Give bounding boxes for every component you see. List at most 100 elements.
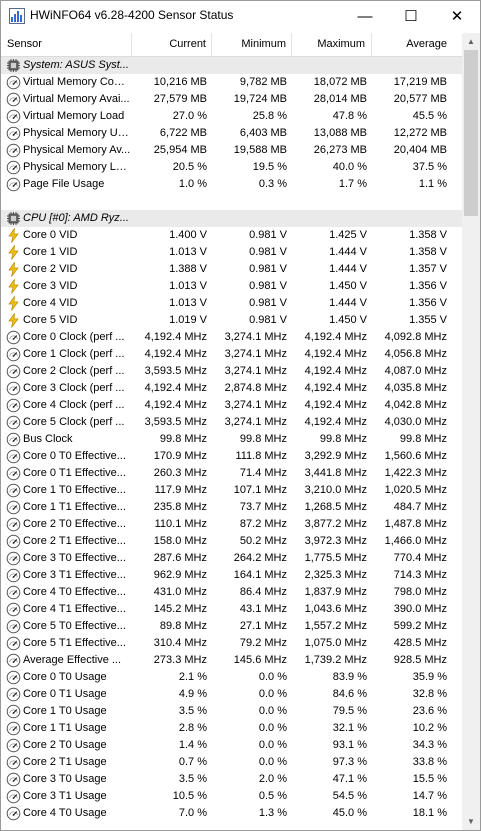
sensor-row[interactable]: Virtual Memory Com... 10,216 MB 9,782 MB 18… — [1, 74, 462, 91]
sensor-row[interactable]: Core 3 Clock (perf ... 4,192.4 MHz 2,874.8… — [1, 380, 462, 397]
sensor-row[interactable]: Bus Clock 99.8 MHz 99.8 MHz 99.8 MHz 99.8 MH… — [1, 431, 462, 448]
gauge-icon — [6, 466, 21, 481]
sensor-row[interactable]: Core 0 T0 Usage 2.1 % 0.0 % 83.9 % 35.9 % — [1, 669, 462, 686]
minimum-value: 111.8 MHz — [235, 450, 287, 462]
current-value: 4,192.4 MHz — [144, 331, 207, 343]
sensor-row[interactable]: Core 3 T1 Effective... 962.9 MHz 164.1 MHz… — [1, 567, 462, 584]
current-value: 4.9 % — [178, 688, 207, 700]
column-header-sensor[interactable]: Sensor — [1, 33, 132, 56]
maximum-value: 4,192.4 MHz — [304, 416, 367, 428]
sensor-row[interactable]: Core 1 T1 Effective... 235.8 MHz 73.7 MHz 1… — [1, 499, 462, 516]
sensor-name: Core 1 T1 Usage — [23, 722, 107, 734]
sensor-row[interactable]: Core 0 T1 Effective... 260.3 MHz 71.4 MHz 3… — [1, 465, 462, 482]
sensor-name: Core 1 VID — [23, 246, 78, 258]
sensor-row[interactable]: Average Effective ... 273.3 MHz 145.6 MHz 1… — [1, 652, 462, 669]
sensor-row[interactable]: Core 5 T0 Effective... 89.8 MHz 27.1 MHz 1,… — [1, 618, 462, 635]
minimum-value: 3,274.1 MHz — [224, 365, 287, 377]
sensor-row[interactable]: Core 4 VID 1.013 V 0.981 V 1.444 V 1.356 V — [1, 295, 462, 312]
column-header-minimum[interactable]: Minimum — [212, 33, 292, 56]
maximum-value: 1,557.2 MHz — [304, 620, 367, 632]
sensor-row[interactable]: Core 2 VID 1.388 V 0.981 V 1.444 V 1.357 V — [1, 261, 462, 278]
maximum-value: 26,273 MB — [313, 144, 367, 156]
sensor-row[interactable]: Core 0 T0 Effective... 170.9 MHz 111.8 MHz… — [1, 448, 462, 465]
sensor-row[interactable]: Core 2 T0 Effective... 110.1 MHz 87.2 MHz 3… — [1, 516, 462, 533]
sensor-row[interactable]: Core 1 VID 1.013 V 0.981 V 1.444 V 1.358 V — [1, 244, 462, 261]
average-value: 1,422.3 MHz — [384, 467, 447, 479]
maximum-value: 40.0 % — [332, 161, 367, 173]
minimum-value: 86.4 MHz — [239, 586, 287, 598]
sensor-row[interactable]: Core 2 T1 Usage 0.7 % 0.0 % 97.3 % 33.8 % — [1, 754, 462, 771]
current-value: 310.4 MHz — [153, 637, 207, 649]
sensor-name: Core 5 Clock (perf ... — [23, 416, 125, 428]
lightning-icon — [8, 313, 19, 328]
maximum-value: 3,972.3 MHz — [304, 535, 367, 547]
sensor-row[interactable]: Core 1 Clock (perf ... 4,192.4 MHz 3,274.1… — [1, 346, 462, 363]
gauge-icon — [6, 585, 21, 600]
title-bar[interactable]: HWiNFO64 v6.28-4200 Sensor Status — ☐ ✕ — [1, 1, 480, 31]
sensor-row[interactable]: Core 2 Clock (perf ... 3,593.5 MHz 3,274.1… — [1, 363, 462, 380]
sensor-row[interactable]: Core 1 T0 Effective... 117.9 MHz 107.1 MHz… — [1, 482, 462, 499]
column-header-current[interactable]: Current — [132, 33, 212, 56]
scroll-down-button[interactable]: ▼ — [462, 813, 480, 830]
average-value: 12,272 MB — [393, 127, 447, 139]
maximum-value: 1.444 V — [329, 297, 367, 309]
gauge-icon — [6, 432, 21, 447]
average-value: 1.356 V — [409, 297, 447, 309]
sensor-row[interactable]: Core 1 T0 Usage 3.5 % 0.0 % 79.5 % 23.6 % — [1, 703, 462, 720]
average-value: 99.8 MHz — [399, 433, 447, 445]
sensor-row[interactable]: Page File Usage 1.0 % 0.3 % 1.7 % 1.1 % — [1, 176, 462, 193]
minimize-button[interactable]: — — [342, 1, 388, 31]
sensor-row[interactable]: Core 4 T1 Effective... 145.2 MHz 43.1 MHz 1… — [1, 601, 462, 618]
average-value: 4,035.8 MHz — [384, 382, 447, 394]
current-value: 1.013 V — [169, 246, 207, 258]
sensor-row[interactable]: Physical Memory Load 20.5 % 19.5 % 40.0 % 37… — [1, 159, 462, 176]
sensor-group-row[interactable]: System: ASUS Syst... — [1, 57, 462, 74]
sensor-row[interactable]: Core 5 T1 Effective... 310.4 MHz 79.2 MHz 1… — [1, 635, 462, 652]
sensor-group-row[interactable]: CPU [#0]: AMD Ryz... — [1, 210, 462, 227]
sensor-row[interactable]: Core 2 T1 Effective... 158.0 MHz 50.2 MHz 3… — [1, 533, 462, 550]
sensor-row[interactable]: Core 4 Clock (perf ... 4,192.4 MHz 3,274.1… — [1, 397, 462, 414]
sensor-row[interactable]: Core 4 T0 Effective... 431.0 MHz 86.4 MHz 1… — [1, 584, 462, 601]
sensor-row[interactable]: Virtual Memory Avai... 27,579 MB 19,724 MB… — [1, 91, 462, 108]
column-header-maximum[interactable]: Maximum — [292, 33, 372, 56]
maximize-button[interactable]: ☐ — [388, 1, 434, 31]
sensor-row[interactable]: Core 0 VID 1.400 V 0.981 V 1.425 V 1.358 V — [1, 227, 462, 244]
sensor-row[interactable]: Physical Memory Used 6,722 MB 6,403 MB 13,0… — [1, 125, 462, 142]
sensor-name: Core 4 T0 Usage — [23, 807, 107, 819]
sensor-row[interactable]: Core 3 T0 Effective... 287.6 MHz 264.2 MHz… — [1, 550, 462, 567]
minimum-value: 43.1 MHz — [239, 603, 287, 615]
maximum-value: 83.9 % — [332, 671, 367, 683]
sensor-row[interactable]: Core 2 T0 Usage 1.4 % 0.0 % 93.1 % 34.3 % — [1, 737, 462, 754]
sensor-row[interactable]: Core 4 T0 Usage 7.0 % 1.3 % 45.0 % 18.1 % — [1, 805, 462, 822]
gauge-icon — [6, 534, 21, 549]
sensor-row[interactable]: Core 1 T1 Usage 2.8 % 0.0 % 32.1 % 10.2 % — [1, 720, 462, 737]
current-value: 110.1 MHz — [154, 518, 207, 530]
sensor-row[interactable]: Core 0 Clock (perf ... 4,192.4 MHz 3,274.1… — [1, 329, 462, 346]
minimum-value: 50.2 MHz — [239, 535, 287, 547]
scrollbar-thumb[interactable] — [464, 50, 478, 216]
sensor-row[interactable]: Core 5 VID 1.019 V 0.981 V 1.450 V 1.355 V — [1, 312, 462, 329]
sensor-name: Core 0 T0 Usage — [23, 671, 107, 683]
gauge-icon — [6, 500, 21, 515]
vertical-scrollbar[interactable]: ▲ ▼ — [462, 33, 480, 830]
close-button[interactable]: ✕ — [434, 1, 480, 31]
sensor-row[interactable]: Core 5 Clock (perf ... 3,593.5 MHz 3,274.1… — [1, 414, 462, 431]
sensor-row[interactable]: Core 3 T0 Usage 3.5 % 2.0 % 47.1 % 15.5 % — [1, 771, 462, 788]
sensor-row[interactable]: Core 3 T1 Usage 10.5 % 0.5 % 54.5 % 14.7 % — [1, 788, 462, 805]
average-value: 17,219 MB — [393, 76, 447, 88]
minimum-value: 3,274.1 MHz — [224, 331, 287, 343]
gauge-icon — [6, 483, 21, 498]
current-value: 3,593.5 MHz — [144, 365, 207, 377]
scroll-up-button[interactable]: ▲ — [462, 33, 480, 50]
column-header-average[interactable]: Average — [372, 33, 452, 56]
sensor-row[interactable]: Core 0 T1 Usage 4.9 % 0.0 % 84.6 % 32.8 % — [1, 686, 462, 703]
minimum-value: 71.4 MHz — [239, 467, 287, 479]
maximum-value: 32.1 % — [332, 722, 367, 734]
sensor-name: Core 2 T0 Effective... — [23, 518, 126, 530]
sensor-row[interactable]: Core 3 VID 1.013 V 0.981 V 1.450 V 1.356 V — [1, 278, 462, 295]
sensor-row[interactable]: Physical Memory Av... 25,954 MB 19,588 MB 2… — [1, 142, 462, 159]
minimum-value: 264.2 MHz — [233, 552, 287, 564]
minimum-value: 87.2 MHz — [239, 518, 287, 530]
minimum-value: 0.981 V — [249, 297, 287, 309]
sensor-row[interactable]: Virtual Memory Load 27.0 % 25.8 % 47.8 % 45.… — [1, 108, 462, 125]
